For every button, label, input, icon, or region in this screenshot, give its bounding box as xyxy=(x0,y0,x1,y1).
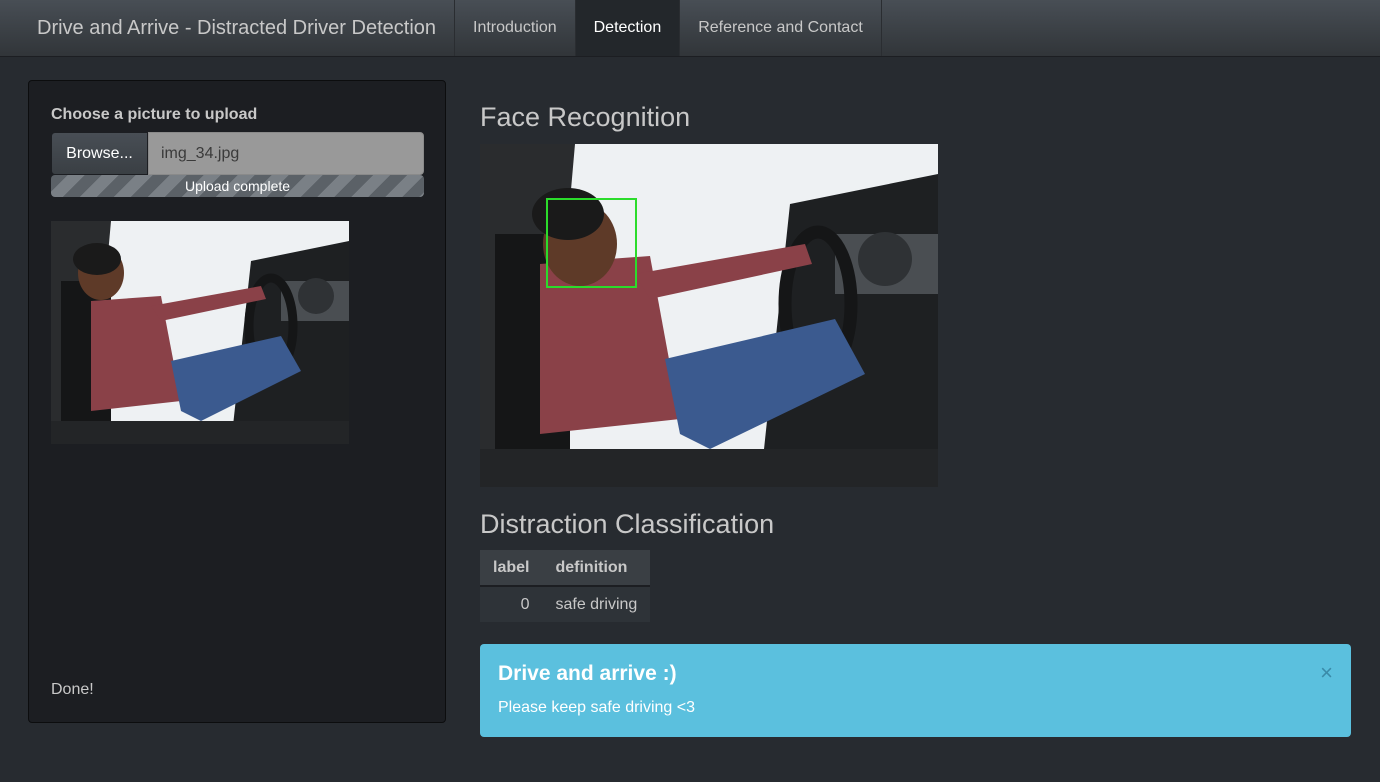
table-header-row: label definition xyxy=(480,550,651,587)
uploaded-image-preview xyxy=(51,221,349,444)
tab-detection[interactable]: Detection xyxy=(575,0,681,56)
driver-photo-small xyxy=(51,221,349,444)
tab-reference-and-contact[interactable]: Reference and Contact xyxy=(680,0,882,56)
face-detection-box xyxy=(546,198,637,288)
navbar: Drive and Arrive - Distracted Driver Det… xyxy=(0,0,1380,57)
file-name-field[interactable]: img_34.jpg xyxy=(148,132,424,175)
column-header-definition: definition xyxy=(542,550,651,587)
alert-message: Please keep safe driving <3 xyxy=(498,699,696,716)
cell-definition: safe driving xyxy=(555,595,638,613)
distraction-classification-heading: Distraction Classification xyxy=(480,509,775,539)
app-title[interactable]: Drive and Arrive - Distracted Driver Det… xyxy=(0,0,456,56)
file-input-group: Browse... img_34.jpg xyxy=(51,132,424,175)
driver-photo-large xyxy=(480,144,938,487)
upload-label: Choose a picture to upload xyxy=(51,106,258,123)
column-header-label: label xyxy=(480,550,543,587)
tab-introduction[interactable]: Introduction xyxy=(455,0,576,56)
sidebar-panel: Choose a picture to upload Browse... img… xyxy=(28,80,446,723)
classification-table: label definition 0 safe driving xyxy=(480,550,651,622)
face-recognition-heading: Face Recognition xyxy=(480,102,691,132)
alert-title: Drive and arrive :) xyxy=(498,662,677,685)
browse-button[interactable]: Browse... xyxy=(51,132,148,175)
face-recognition-image xyxy=(480,144,938,487)
status-text: Done! xyxy=(51,681,94,698)
info-alert: Drive and arrive :) Please keep safe dri… xyxy=(480,644,1351,737)
table-row: 0 safe driving xyxy=(480,586,650,622)
upload-progress-text: Upload complete xyxy=(184,178,291,194)
upload-progress-bar: Upload complete xyxy=(51,175,424,197)
close-icon[interactable]: × xyxy=(1320,662,1333,684)
cell-label: 0 xyxy=(520,595,530,613)
